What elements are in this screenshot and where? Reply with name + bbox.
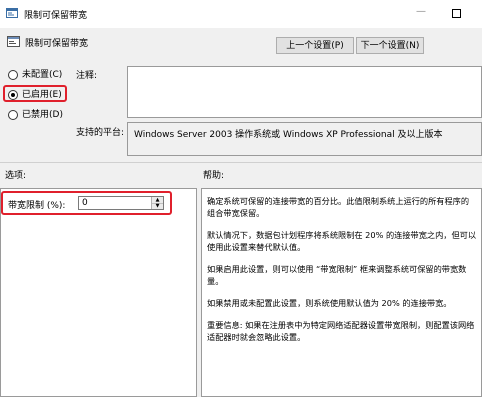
options-panel (0, 188, 197, 397)
supported-label: 支持的平台: (76, 128, 125, 138)
setting-title: 限制可保留带宽 (25, 39, 89, 49)
help-paragraph: 默认情况下，数据包计划程序将系统限制在 20% 的连接带宽之内，但可以使用此设置… (207, 230, 477, 252)
radio-button[interactable] (8, 70, 18, 80)
help-paragraph: 重要信息: 如果在注册表中为特定网络适配器设置带宽限制，则配置该网络适配器时就会… (207, 320, 475, 342)
options-label: 选项: (5, 171, 27, 181)
previous-setting-button[interactable]: 上一个设置(P) (276, 37, 354, 54)
help-paragraph: 确定系统可保留的连接带宽的百分比。此值限制系统上运行的所有程序的组合带宽保留。 (207, 196, 470, 218)
next-setting-button[interactable]: 下一个设置(N) (356, 37, 424, 54)
divider (0, 162, 482, 163)
help-label: 帮助: (203, 171, 225, 181)
bandwidth-limit-value[interactable]: 0 (82, 198, 88, 208)
spin-buttons[interactable]: ▲ ▼ (151, 197, 163, 209)
radio-label: 已禁用(D) (22, 110, 63, 120)
radio-label: 未配置(C) (22, 70, 63, 80)
spin-down-icon[interactable]: ▼ (152, 203, 163, 209)
supported-platforms-field: Windows Server 2003 操作系统或 Windows XP Pro… (127, 122, 482, 156)
bandwidth-limit-label: 带宽限制 (%): (8, 201, 66, 211)
policy-icon (7, 36, 20, 47)
help-paragraph: 如果禁用或未配置此设置，则系统使用默认值为 20% 的连接带宽。 (207, 298, 452, 308)
minimize-button[interactable]: — (414, 6, 428, 20)
maximize-icon (452, 9, 461, 18)
help-paragraph: 如果启用此设置，则可以使用 “带宽限制” 框来调整系统可保留的带宽数量。 (207, 264, 467, 286)
highlight-box (3, 85, 67, 102)
radio-button[interactable] (8, 110, 18, 120)
bandwidth-limit-spinbox[interactable]: 0 ▲ ▼ (78, 196, 164, 210)
window-title: 限制可保留带宽 (24, 11, 88, 21)
policy-icon (6, 8, 18, 18)
help-panel: 确定系统可保留的连接带宽的百分比。此值限制系统上运行的所有程序的组合带宽保留。 … (201, 188, 482, 397)
maximize-button[interactable] (449, 6, 463, 20)
comment-label: 注释: (76, 71, 98, 81)
comment-field[interactable] (127, 66, 482, 118)
